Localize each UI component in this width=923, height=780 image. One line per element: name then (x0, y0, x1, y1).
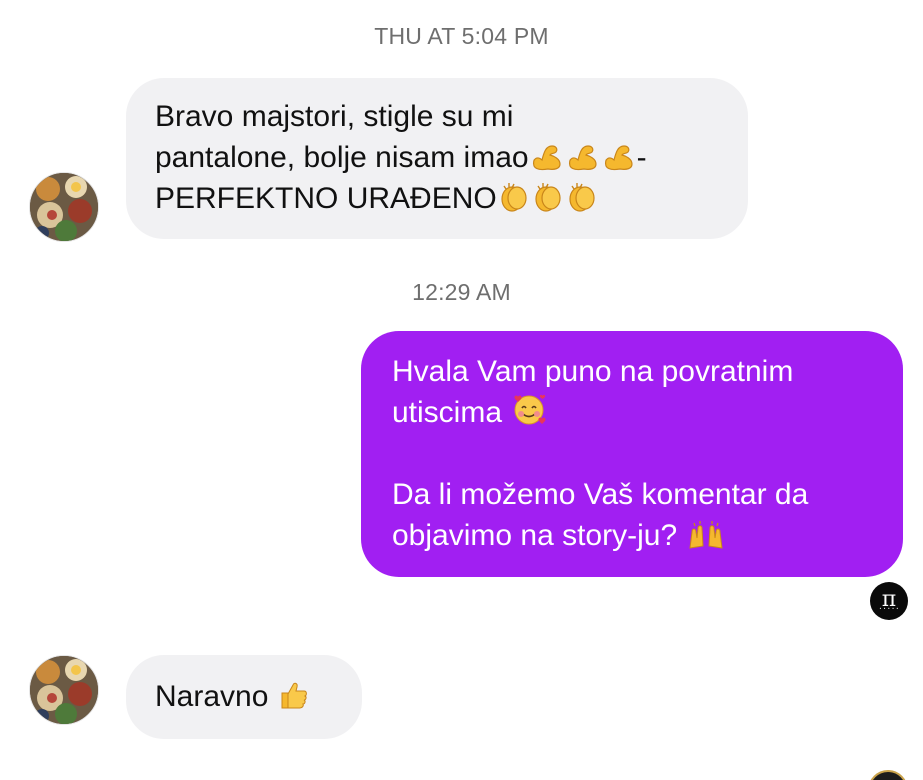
flexed-biceps-icon (602, 142, 636, 172)
clapping-hands-icon (566, 181, 598, 213)
message-text: pantalone, bolje nisam imao (155, 141, 529, 174)
message-text: utiscima (392, 396, 503, 429)
incoming-message-bubble[interactable]: Naravno (126, 655, 362, 739)
message-text: objavimo na story-ju? (392, 519, 678, 552)
message-text: Bravo majstori, stigle su mi (155, 100, 514, 133)
message-suffix: - (636, 141, 647, 174)
contact-avatar[interactable] (29, 172, 99, 242)
message-text: PERFEKTNO URAĐENO (155, 182, 497, 215)
logo-caption: • • • • • (879, 606, 899, 611)
seen-indicator-avatar-partial (868, 770, 908, 780)
message-text: Hvala Vam puno na povratnim (392, 355, 794, 388)
raising-hands-icon (686, 520, 726, 550)
timestamp-thu: THU AT 5:04 PM (374, 23, 549, 49)
clapping-hands-icon (532, 181, 564, 213)
smiling-face-with-hearts-icon (511, 393, 547, 427)
outgoing-message-bubble[interactable]: Hvala Vam puno na povratnim utiscima Da … (361, 331, 903, 577)
flexed-biceps-icon (566, 142, 600, 172)
thumbs-up-icon (278, 679, 310, 711)
clapping-hands-icon (498, 181, 530, 213)
seen-indicator-avatar: π • • • • • (870, 582, 908, 620)
flexed-biceps-icon (530, 142, 564, 172)
timestamp-night: 12:29 AM (412, 279, 511, 305)
message-text: Naravno (155, 680, 269, 713)
contact-avatar[interactable] (29, 655, 99, 725)
incoming-message-bubble[interactable]: Bravo majstori, stigle su mi pantalone, … (126, 78, 748, 239)
message-thread: THU AT 5:04 PM Bravo majstori, stigle su… (0, 0, 923, 780)
message-text: Da li možemo Vaš komentar da (392, 478, 809, 511)
